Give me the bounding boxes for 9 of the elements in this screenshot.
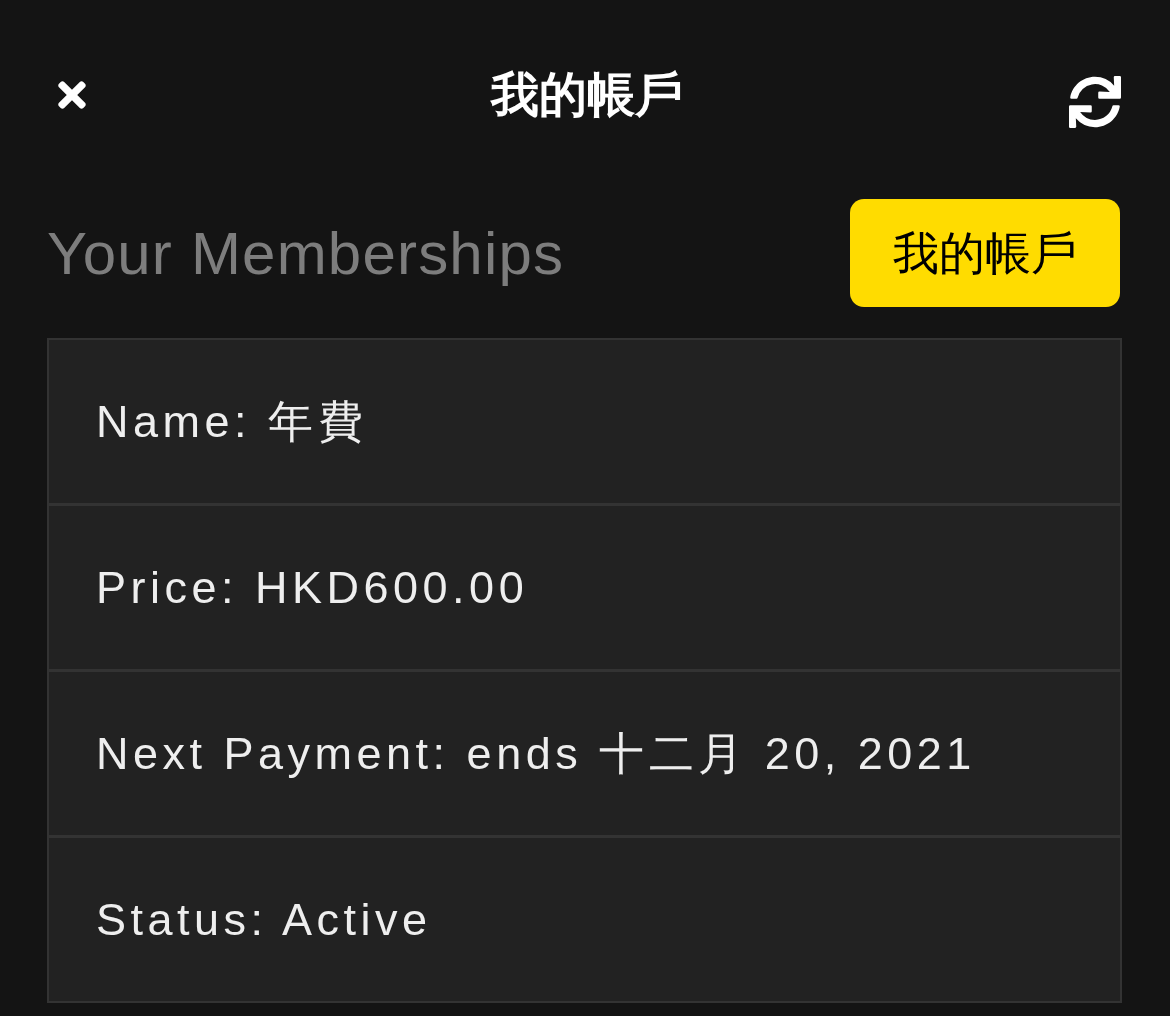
- page-title: 我的帳戶: [491, 71, 683, 119]
- refresh-icon: [1069, 76, 1121, 128]
- account-button[interactable]: 我的帳戶: [850, 199, 1120, 307]
- refresh-button[interactable]: [1068, 76, 1122, 128]
- section-title: Your Memberships: [47, 222, 565, 284]
- detail-text: Name: 年費: [96, 399, 368, 444]
- detail-text: Status: Active: [96, 897, 432, 942]
- detail-text: Price: HKD600.00: [96, 565, 529, 610]
- detail-text: Next Payment: ends 十二月 20, 2021: [96, 731, 976, 776]
